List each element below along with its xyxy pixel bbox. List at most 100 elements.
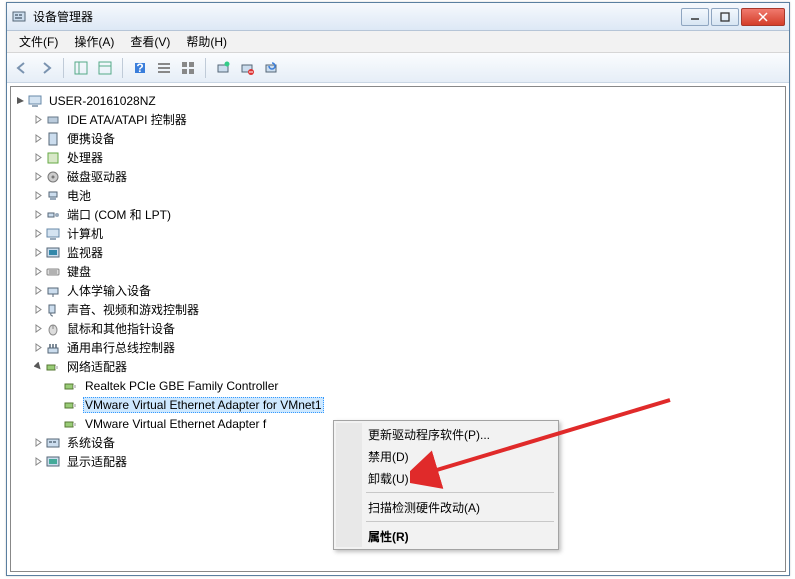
tree-category[interactable]: 键盘 <box>13 262 783 281</box>
app-icon <box>11 9 27 25</box>
minimize-button[interactable] <box>681 8 709 26</box>
back-button[interactable] <box>11 57 33 79</box>
expand-icon[interactable] <box>31 113 45 127</box>
tree-device[interactable]: VMware Virtual Ethernet Adapter for VMne… <box>13 395 783 414</box>
expand-icon[interactable] <box>31 284 45 298</box>
scan-hardware-icon[interactable] <box>212 57 234 79</box>
tree-category[interactable]: IDE ATA/ATAPI 控制器 <box>13 110 783 129</box>
expand-icon[interactable] <box>31 170 45 184</box>
close-button[interactable] <box>741 8 785 26</box>
category-icon <box>45 302 61 318</box>
ctx-update-driver[interactable]: 更新驱动程序软件(P)... <box>336 423 556 445</box>
category-icon <box>45 245 61 261</box>
category-label: 声音、视频和游戏控制器 <box>65 300 201 319</box>
tree-root[interactable]: USER-20161028NZ <box>13 91 783 110</box>
network-adapter-icon <box>63 378 79 394</box>
expand-icon[interactable] <box>31 151 45 165</box>
tree-category[interactable]: 端口 (COM 和 LPT) <box>13 205 783 224</box>
menu-help[interactable]: 帮助(H) <box>178 30 235 53</box>
menu-file[interactable]: 文件(F) <box>11 30 66 53</box>
expand-icon[interactable] <box>31 227 45 241</box>
collapse-icon[interactable] <box>31 360 45 374</box>
tree-category[interactable]: 通用串行总线控制器 <box>13 338 783 357</box>
expand-icon[interactable] <box>31 265 45 279</box>
category-icon <box>45 321 61 337</box>
expand-icon[interactable] <box>31 322 45 336</box>
uninstall-icon[interactable] <box>236 57 258 79</box>
toolbar-grid-icon[interactable] <box>177 57 199 79</box>
tree-category[interactable]: 人体学输入设备 <box>13 281 783 300</box>
help-icon[interactable]: ? <box>129 57 151 79</box>
toolbar-list-icon[interactable] <box>153 57 175 79</box>
category-label: 便携设备 <box>65 129 117 148</box>
expand-icon[interactable] <box>31 436 45 450</box>
tree-device[interactable]: Realtek PCIe GBE Family Controller <box>13 376 783 395</box>
category-label: 电池 <box>65 186 93 205</box>
category-icon <box>45 169 61 185</box>
expand-icon[interactable] <box>31 132 45 146</box>
root-label: USER-20161028NZ <box>47 93 158 109</box>
tree-category[interactable]: 计算机 <box>13 224 783 243</box>
device-label: Realtek PCIe GBE Family Controller <box>83 378 280 394</box>
toolbar: ? <box>7 53 789 83</box>
expand-icon[interactable] <box>31 208 45 222</box>
category-label: 监视器 <box>65 243 105 262</box>
category-icon <box>45 188 61 204</box>
tree-spacer <box>49 379 63 393</box>
device-label: VMware Virtual Ethernet Adapter f <box>83 416 268 432</box>
expand-icon[interactable] <box>31 455 45 469</box>
context-menu: 更新驱动程序软件(P)... 禁用(D) 卸载(U) 扫描检测硬件改动(A) 属… <box>333 420 559 550</box>
category-icon <box>45 226 61 242</box>
expand-icon[interactable] <box>31 246 45 260</box>
expand-icon[interactable] <box>31 303 45 317</box>
category-label: 显示适配器 <box>65 452 129 471</box>
collapse-icon[interactable] <box>13 94 27 108</box>
tree-category[interactable]: 电池 <box>13 186 783 205</box>
toolbar-view1-icon[interactable] <box>70 57 92 79</box>
category-icon <box>45 131 61 147</box>
tree-category[interactable]: 网络适配器 <box>13 357 783 376</box>
expand-icon[interactable] <box>31 189 45 203</box>
ctx-disable[interactable]: 禁用(D) <box>336 445 556 467</box>
toolbar-view2-icon[interactable] <box>94 57 116 79</box>
category-icon <box>45 207 61 223</box>
network-adapter-icon <box>63 416 79 432</box>
ctx-scan-hardware[interactable]: 扫描检测硬件改动(A) <box>336 496 556 518</box>
category-icon <box>45 454 61 470</box>
category-label: 磁盘驱动器 <box>65 167 129 186</box>
category-label: 端口 (COM 和 LPT) <box>65 205 173 224</box>
window-title: 设备管理器 <box>33 8 681 25</box>
menu-view[interactable]: 查看(V) <box>122 30 178 53</box>
menu-separator <box>366 521 554 522</box>
toolbar-separator <box>205 58 206 78</box>
tree-category[interactable]: 便携设备 <box>13 129 783 148</box>
category-icon <box>45 150 61 166</box>
expand-icon[interactable] <box>31 341 45 355</box>
maximize-button[interactable] <box>711 8 739 26</box>
tree-category[interactable]: 监视器 <box>13 243 783 262</box>
category-icon <box>45 283 61 299</box>
update-driver-icon[interactable] <box>260 57 282 79</box>
toolbar-separator <box>122 58 123 78</box>
tree-category[interactable]: 磁盘驱动器 <box>13 167 783 186</box>
toolbar-separator <box>63 58 64 78</box>
tree-spacer <box>49 417 63 431</box>
network-adapter-icon <box>63 397 79 413</box>
ctx-properties[interactable]: 属性(R) <box>336 525 556 547</box>
tree-spacer <box>49 398 63 412</box>
svg-text:?: ? <box>136 61 143 75</box>
category-label: 网络适配器 <box>65 357 129 376</box>
menu-action[interactable]: 操作(A) <box>66 30 122 53</box>
category-label: 通用串行总线控制器 <box>65 338 177 357</box>
category-label: 计算机 <box>65 224 105 243</box>
category-label: 系统设备 <box>65 433 117 452</box>
forward-button[interactable] <box>35 57 57 79</box>
tree-category[interactable]: 处理器 <box>13 148 783 167</box>
ctx-uninstall[interactable]: 卸载(U) <box>336 467 556 489</box>
category-label: 鼠标和其他指针设备 <box>65 319 177 338</box>
tree-category[interactable]: 鼠标和其他指针设备 <box>13 319 783 338</box>
tree-category[interactable]: 声音、视频和游戏控制器 <box>13 300 783 319</box>
category-label: 人体学输入设备 <box>65 281 153 300</box>
category-label: IDE ATA/ATAPI 控制器 <box>65 110 189 129</box>
menu-separator <box>366 492 554 493</box>
